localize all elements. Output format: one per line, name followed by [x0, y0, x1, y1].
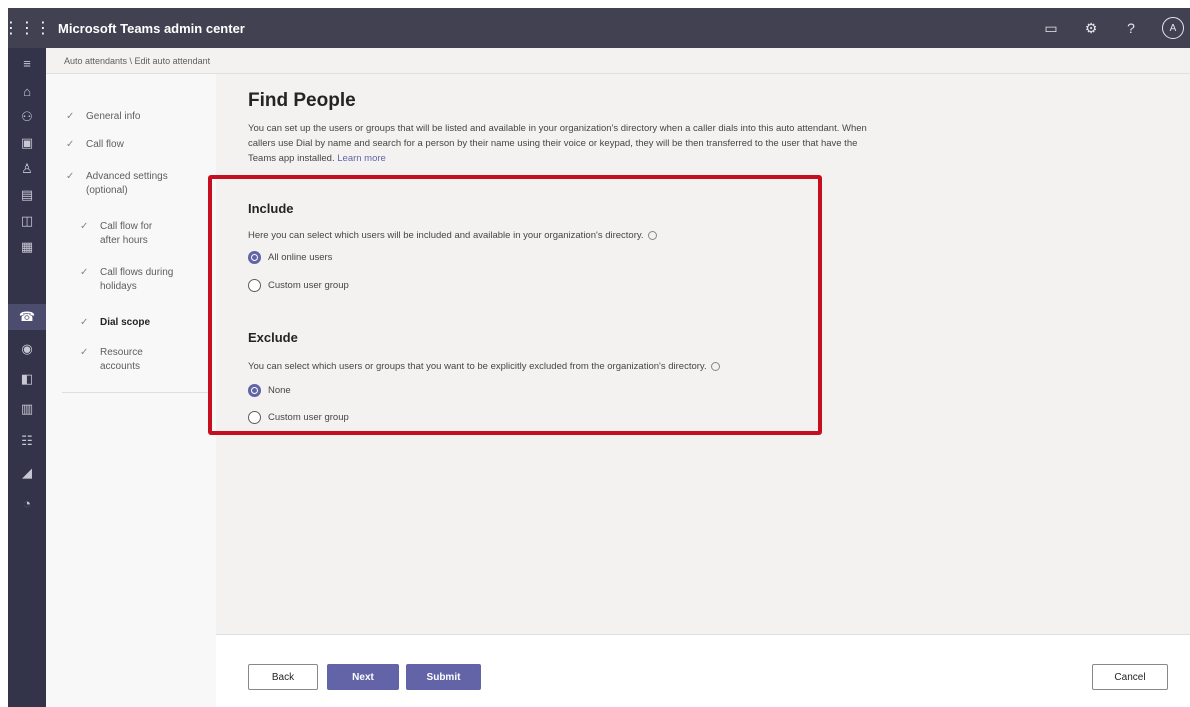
step-resource-accounts[interactable]: ✓ Resource accounts [80, 346, 170, 374]
steps-divider [62, 392, 212, 393]
include-all-online-users-radio[interactable]: All online users [248, 251, 332, 264]
step-call-flows-holidays[interactable]: ✓ Call flows during holidays [80, 266, 185, 294]
breadcrumb-bar: Auto attendants \ Edit auto attendant [46, 48, 1190, 74]
users-icon[interactable]: ♙ [8, 156, 46, 182]
screen-icon[interactable]: ▭ [1042, 20, 1060, 37]
top-bar-actions: ▭ ⚙ ? A [1042, 17, 1190, 39]
step-label: Call flow for after hours [100, 221, 153, 246]
include-custom-user-group-radio[interactable]: Custom user group [248, 279, 349, 292]
step-advanced-settings[interactable]: ✓ Advanced settings (optional) [66, 170, 186, 198]
radio-label: None [268, 385, 291, 396]
teams-icon[interactable]: ⚇ [8, 104, 46, 130]
apps-icon[interactable]: ▦ [8, 234, 46, 260]
exclude-title: Exclude [248, 330, 298, 345]
check-icon: ✓ [80, 317, 89, 328]
breadcrumb[interactable]: Auto attendants \ Edit auto attendant [64, 56, 210, 66]
check-icon: ✓ [80, 347, 89, 358]
step-label: Advanced settings (optional) [86, 171, 168, 196]
step-call-flow-after-hours[interactable]: ✓ Call flow for after hours [80, 220, 170, 248]
page-title: Find People [248, 90, 356, 111]
cancel-button[interactable]: Cancel [1092, 664, 1168, 690]
step-general-info[interactable]: ✓ General info [66, 110, 141, 124]
include-description-text: Here you can select which users will be … [248, 230, 644, 241]
page-description: You can set up the users or groups that … [248, 121, 873, 166]
radio-label: Custom user group [268, 412, 349, 423]
info-icon[interactable] [647, 230, 657, 240]
step-label: General info [86, 111, 141, 122]
locations-icon[interactable]: ◉ [8, 336, 46, 362]
meetings-icon[interactable]: ▤ [8, 182, 46, 208]
analytics-icon[interactable]: ☷ [8, 428, 46, 454]
check-icon: ✓ [80, 221, 89, 232]
avatar[interactable]: A [1162, 17, 1184, 39]
radio-label: Custom user group [268, 280, 349, 291]
step-label: Resource accounts [100, 347, 143, 372]
planning-icon[interactable]: ▥ [8, 396, 46, 422]
reports-icon[interactable]: ◢ [8, 460, 46, 486]
check-icon: ✓ [66, 171, 75, 182]
radio-empty-icon [248, 279, 261, 292]
app-launcher-icon[interactable]: ⋮⋮⋮ [3, 8, 51, 48]
check-icon: ✓ [66, 139, 75, 150]
radio-label: All online users [268, 252, 333, 263]
messaging-icon[interactable]: ◫ [8, 208, 46, 234]
notifications-icon[interactable]: ◔ [8, 490, 46, 516]
include-title: Include [248, 201, 294, 216]
learn-more-link[interactable]: Learn more [337, 153, 386, 164]
exclude-custom-user-group-radio[interactable]: Custom user group [248, 411, 349, 424]
hamburger-menu-icon[interactable]: ≡ [8, 50, 46, 76]
app-title: Microsoft Teams admin center [58, 20, 245, 36]
step-label: Call flows during holidays [100, 267, 174, 292]
check-icon: ✓ [80, 267, 89, 278]
step-call-flow[interactable]: ✓ Call flow [66, 138, 124, 152]
policy-packages-icon[interactable]: ◧ [8, 366, 46, 392]
help-icon[interactable]: ? [1122, 20, 1140, 36]
check-icon: ✓ [66, 111, 75, 122]
exclude-none-radio[interactable]: None [248, 384, 291, 397]
radio-selected-icon [248, 384, 261, 397]
include-description: Here you can select which users will be … [248, 230, 657, 241]
top-bar: ⋮⋮⋮ Microsoft Teams admin center ▭ ⚙ ? A [3, 8, 1190, 48]
radio-selected-icon [248, 251, 261, 264]
devices-icon[interactable]: ▣ [8, 130, 46, 156]
step-dial-scope[interactable]: ✓ Dial scope [80, 316, 151, 330]
gear-icon[interactable]: ⚙ [1082, 20, 1100, 37]
back-button[interactable]: Back [248, 664, 318, 690]
nav-rail: ≡ ⌂ ⚇ ▣ ♙ ▤ ◫ ▦ ☎ ◉ ◧ ▥ ☷ ◢ ◔ [8, 48, 46, 707]
exclude-description: You can select which users or groups tha… [248, 361, 720, 372]
dashboard-icon[interactable]: ⌂ [8, 78, 46, 104]
step-label: Call flow [86, 139, 124, 150]
step-label: Dial scope [100, 317, 151, 328]
exclude-description-text: You can select which users or groups tha… [248, 361, 707, 372]
submit-button[interactable]: Submit [406, 664, 481, 690]
radio-empty-icon [248, 411, 261, 424]
wizard-steps: ✓ General info ✓ Call flow ✓ Advanced se… [46, 74, 216, 707]
highlight-box [208, 175, 822, 435]
next-button[interactable]: Next [327, 664, 399, 690]
voice-icon[interactable]: ☎ [8, 304, 46, 330]
info-icon[interactable] [710, 361, 720, 371]
